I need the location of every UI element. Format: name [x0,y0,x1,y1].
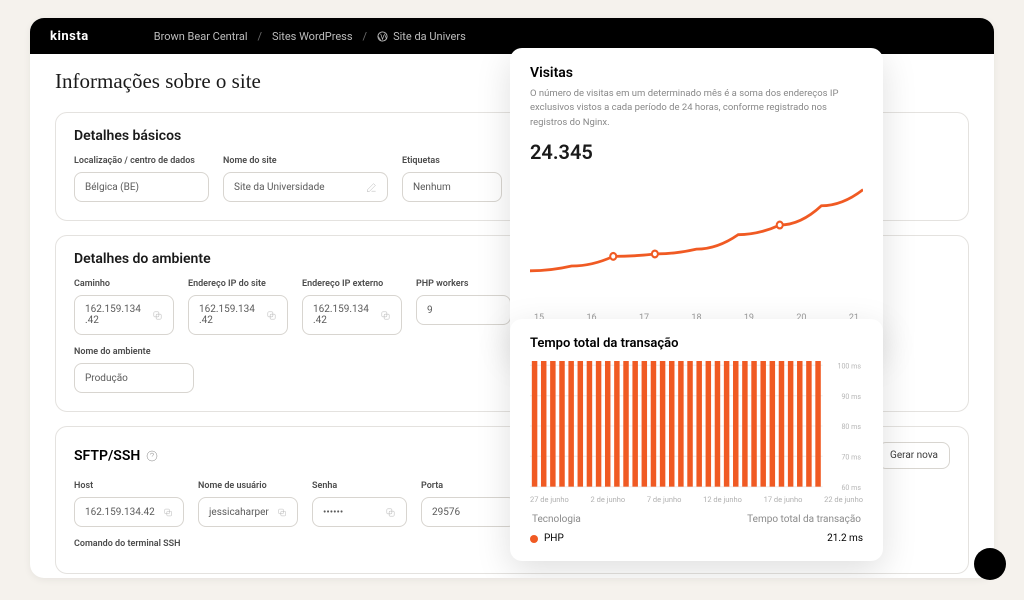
terminal-label: Comando do terminal SSH [74,539,181,549]
visits-value: 24.345 [530,140,863,164]
wordpress-icon [377,31,388,42]
breadcrumb[interactable]: Brown Bear Central [154,30,248,43]
copy-icon[interactable] [277,507,287,518]
tags-label: Etiquetas [402,156,502,166]
breadcrumb[interactable]: Site da Univers [393,30,466,43]
svg-text:80 ms: 80 ms [841,422,861,431]
copy-icon[interactable] [266,310,277,321]
transaction-card: Tempo total da transação 100 ms 90 ms 80 m… [510,319,883,561]
phpworkers-field[interactable]: 9 [416,295,511,325]
envname-field[interactable]: Produção [74,363,194,393]
sitename-field[interactable]: Site da Universidade [223,172,388,202]
logo: kinsta [50,29,89,44]
user-field[interactable]: jessicaharper [198,497,298,527]
visits-card: Visitas O número de visitas em um determ… [510,48,883,351]
visits-line-chart [530,172,863,307]
pass-field[interactable]: •••••• [312,497,407,527]
regenerate-button[interactable]: Gerar nova [878,442,950,469]
port-label: Porta [421,481,516,491]
sitename-label: Nome do site [223,156,388,166]
envname-label: Nome do ambiente [74,347,194,357]
siteip-label: Endereço IP do site [188,279,288,289]
copy-icon[interactable] [163,507,173,518]
breadcrumb[interactable]: Sites WordPress [272,30,353,43]
transaction-bar-chart: 100 ms 90 ms 80 ms 70 ms 60 ms [530,361,863,491]
help-icon[interactable] [146,450,158,462]
copy-icon[interactable] [152,310,163,321]
pass-label: Senha [312,481,407,491]
transaction-x-axis: 27 de junho2 de junho7 de junho12 de jun… [530,495,863,504]
siteip-field[interactable]: 162.159.134 .42 [188,295,288,335]
transaction-title: Tempo total da transação [530,336,863,351]
legend-dot [530,535,538,543]
extip-field[interactable]: 162.159.134 .42 [302,295,402,335]
location-field[interactable]: Bélgica (BE) [74,172,209,202]
edit-icon[interactable] [366,182,377,193]
port-field[interactable]: 29576 [421,497,516,527]
svg-text:60 ms: 60 ms [841,483,861,491]
transaction-columns: Tecnologia Tempo total da transação [530,514,863,525]
path-label: Caminho [74,279,174,289]
svg-text:90 ms: 90 ms [841,392,861,401]
copy-icon[interactable] [380,310,391,321]
svg-text:100 ms: 100 ms [838,361,862,370]
host-field[interactable]: 162.159.134.42 [74,497,184,527]
visits-description: O número de visitas em um determinado mê… [530,87,863,130]
visits-title: Visitas [530,65,863,81]
phpworkers-label: PHP workers [416,279,511,289]
fab-button[interactable] [974,548,1006,580]
path-field[interactable]: 162.159.134 .42 [74,295,174,335]
legend-item-php: PHP 21.2 ms [530,533,863,544]
extip-label: Endereço IP externo [302,279,402,289]
svg-text:70 ms: 70 ms [841,452,861,461]
copy-icon[interactable] [385,507,396,518]
tags-field[interactable]: Nenhum [402,172,502,202]
location-label: Localização / centro de dados [74,156,209,166]
panel-title: SFTP/SSH [74,448,140,464]
user-label: Nome de usuário [198,481,298,491]
host-label: Host [74,481,184,491]
